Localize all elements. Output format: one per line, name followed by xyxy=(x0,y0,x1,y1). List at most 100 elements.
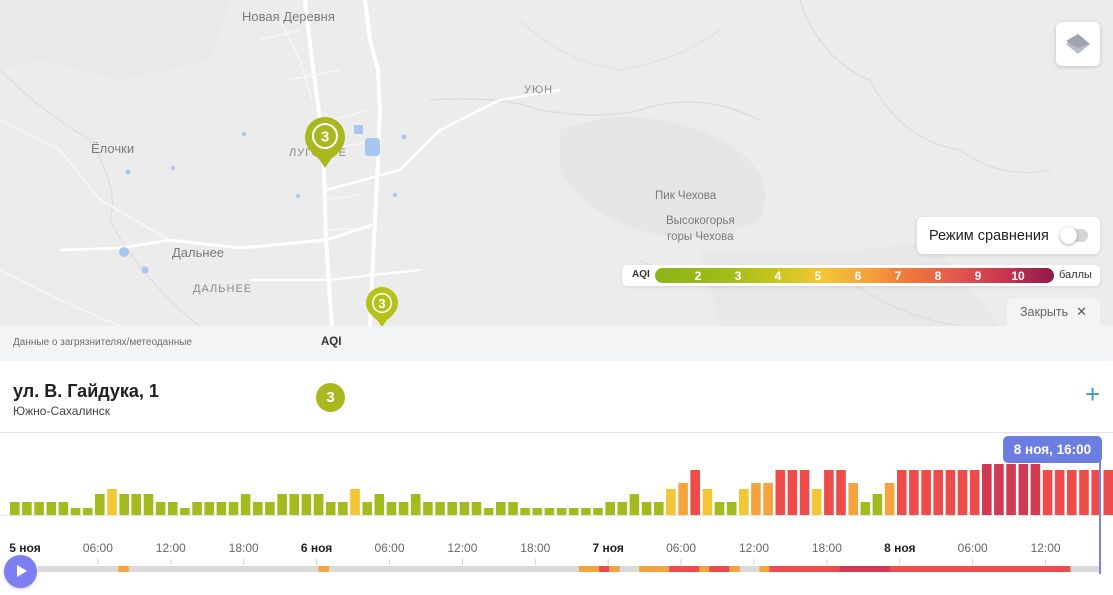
chart-bar[interactable] xyxy=(362,502,372,515)
chart-bar[interactable] xyxy=(459,502,470,515)
chart-bar[interactable] xyxy=(447,502,457,515)
chart-bar[interactable] xyxy=(289,494,299,515)
chart-bar[interactable] xyxy=(969,470,980,515)
chart-bar[interactable] xyxy=(471,502,482,515)
chart-bar[interactable] xyxy=(860,502,871,515)
chart-bar[interactable] xyxy=(155,502,166,515)
chart-bar[interactable] xyxy=(641,502,652,515)
chart-bar[interactable] xyxy=(216,502,227,515)
chart-bar[interactable] xyxy=(909,470,919,515)
chart-bar[interactable] xyxy=(265,502,275,515)
chart-bar[interactable] xyxy=(739,489,749,515)
chart-bar[interactable] xyxy=(1018,464,1029,515)
chart-bar[interactable] xyxy=(957,470,968,515)
layers-button[interactable] xyxy=(1056,22,1100,66)
chart-bar[interactable] xyxy=(593,508,603,515)
chart-bar[interactable] xyxy=(921,470,931,515)
chart-bar[interactable] xyxy=(240,494,251,515)
chart-bar[interactable] xyxy=(763,483,773,515)
chart-bar[interactable] xyxy=(143,494,154,515)
chart-bar[interactable] xyxy=(34,502,44,515)
chart-bar[interactable] xyxy=(95,494,105,515)
chart-bar[interactable] xyxy=(46,502,57,515)
play-icon[interactable] xyxy=(4,555,37,588)
chart-bar[interactable] xyxy=(496,502,506,515)
chart-bar[interactable] xyxy=(702,489,713,515)
chart-bar[interactable] xyxy=(787,470,798,515)
chart-bar[interactable] xyxy=(848,483,858,515)
chart-bar[interactable] xyxy=(933,470,943,515)
chart-bar[interactable] xyxy=(22,502,32,515)
chart-bar[interactable] xyxy=(483,508,494,515)
chart-bar[interactable] xyxy=(799,470,810,515)
legend-number: 6 xyxy=(854,269,862,283)
chart-bar[interactable] xyxy=(107,489,117,515)
chart-bar[interactable] xyxy=(350,489,360,515)
chart-bar[interactable] xyxy=(435,502,445,515)
compare-mode-toggle[interactable] xyxy=(1060,227,1088,244)
chart-bar[interactable] xyxy=(884,483,895,515)
chart-bar[interactable] xyxy=(508,502,518,515)
chart-bar[interactable] xyxy=(70,508,81,515)
chart-bar[interactable] xyxy=(824,470,834,515)
chart-bar[interactable] xyxy=(532,508,543,515)
chart-bar[interactable] xyxy=(897,470,907,515)
chart-bar[interactable] xyxy=(666,489,676,515)
chart-bar[interactable] xyxy=(714,502,725,515)
chart-bar[interactable] xyxy=(690,470,700,515)
chart-bar[interactable] xyxy=(228,502,239,515)
chart-bar[interactable] xyxy=(556,508,567,515)
chart-bar[interactable] xyxy=(313,494,324,515)
chart-bar[interactable] xyxy=(423,502,433,515)
chart-bar[interactable] xyxy=(58,502,69,515)
chart-bar[interactable] xyxy=(1054,470,1065,515)
chart-bar[interactable] xyxy=(1042,470,1053,515)
chart-bar[interactable] xyxy=(811,489,822,515)
chart-bar[interactable] xyxy=(325,502,336,515)
chart-bar[interactable] xyxy=(751,483,761,515)
chart-bar[interactable] xyxy=(1079,470,1089,515)
chart-bar[interactable] xyxy=(131,494,142,515)
chart-bar[interactable] xyxy=(581,508,591,515)
chart-bar[interactable] xyxy=(520,508,530,515)
chart-bar[interactable] xyxy=(836,470,846,515)
aqi-map-marker[interactable]: 3 xyxy=(303,115,347,176)
chart-bar[interactable] xyxy=(1067,470,1077,515)
chart-bar[interactable] xyxy=(180,508,190,515)
chart-bar[interactable] xyxy=(398,502,409,515)
chart-bar[interactable] xyxy=(192,502,202,515)
chart-bar[interactable] xyxy=(253,502,263,515)
chart-bar[interactable] xyxy=(410,494,421,515)
chart-bar[interactable] xyxy=(678,483,688,515)
chart-bar[interactable] xyxy=(338,502,348,515)
chart-bar[interactable] xyxy=(605,502,615,515)
chart-bar[interactable] xyxy=(775,470,786,515)
plus-icon[interactable]: + xyxy=(1085,381,1100,407)
chart-bar[interactable] xyxy=(301,494,312,515)
chart-bar[interactable] xyxy=(1030,464,1041,515)
chart-bar[interactable] xyxy=(1103,470,1113,515)
chart-bar[interactable] xyxy=(119,494,129,515)
chart-bar[interactable] xyxy=(568,508,579,515)
chart-bar[interactable] xyxy=(629,494,640,515)
chart-bar[interactable] xyxy=(945,470,956,515)
chart-bar[interactable] xyxy=(277,494,287,515)
chart-bar[interactable] xyxy=(994,464,1004,515)
chart-bar[interactable] xyxy=(386,502,397,515)
chart-bar[interactable] xyxy=(982,464,992,515)
close-panel-button[interactable]: Закрыть ✕ xyxy=(1007,298,1100,326)
chart-bar[interactable] xyxy=(82,508,93,515)
chart-bar[interactable] xyxy=(544,508,555,515)
chart-bar[interactable] xyxy=(1006,464,1016,515)
chart-bar[interactable] xyxy=(374,494,385,515)
aqi-map-marker-selected[interactable]: 3 xyxy=(364,285,400,326)
chart-bar[interactable] xyxy=(204,502,214,515)
aqi-timeline-chart[interactable]: 5 ноя 06:00 12:00 18:00 6 ноя 06:00 12:00 18:00… xyxy=(0,433,1113,595)
chart-bar[interactable] xyxy=(726,502,737,515)
chart-bar[interactable] xyxy=(10,502,20,515)
chart-bar[interactable] xyxy=(168,502,178,515)
map-view[interactable]: Новая Деревня УЮН Ёлочки ЛУГОВОЕ Дальнее… xyxy=(0,0,1113,326)
chart-bar[interactable] xyxy=(872,494,883,515)
chart-bar[interactable] xyxy=(617,502,628,515)
chart-bar[interactable] xyxy=(654,502,664,515)
